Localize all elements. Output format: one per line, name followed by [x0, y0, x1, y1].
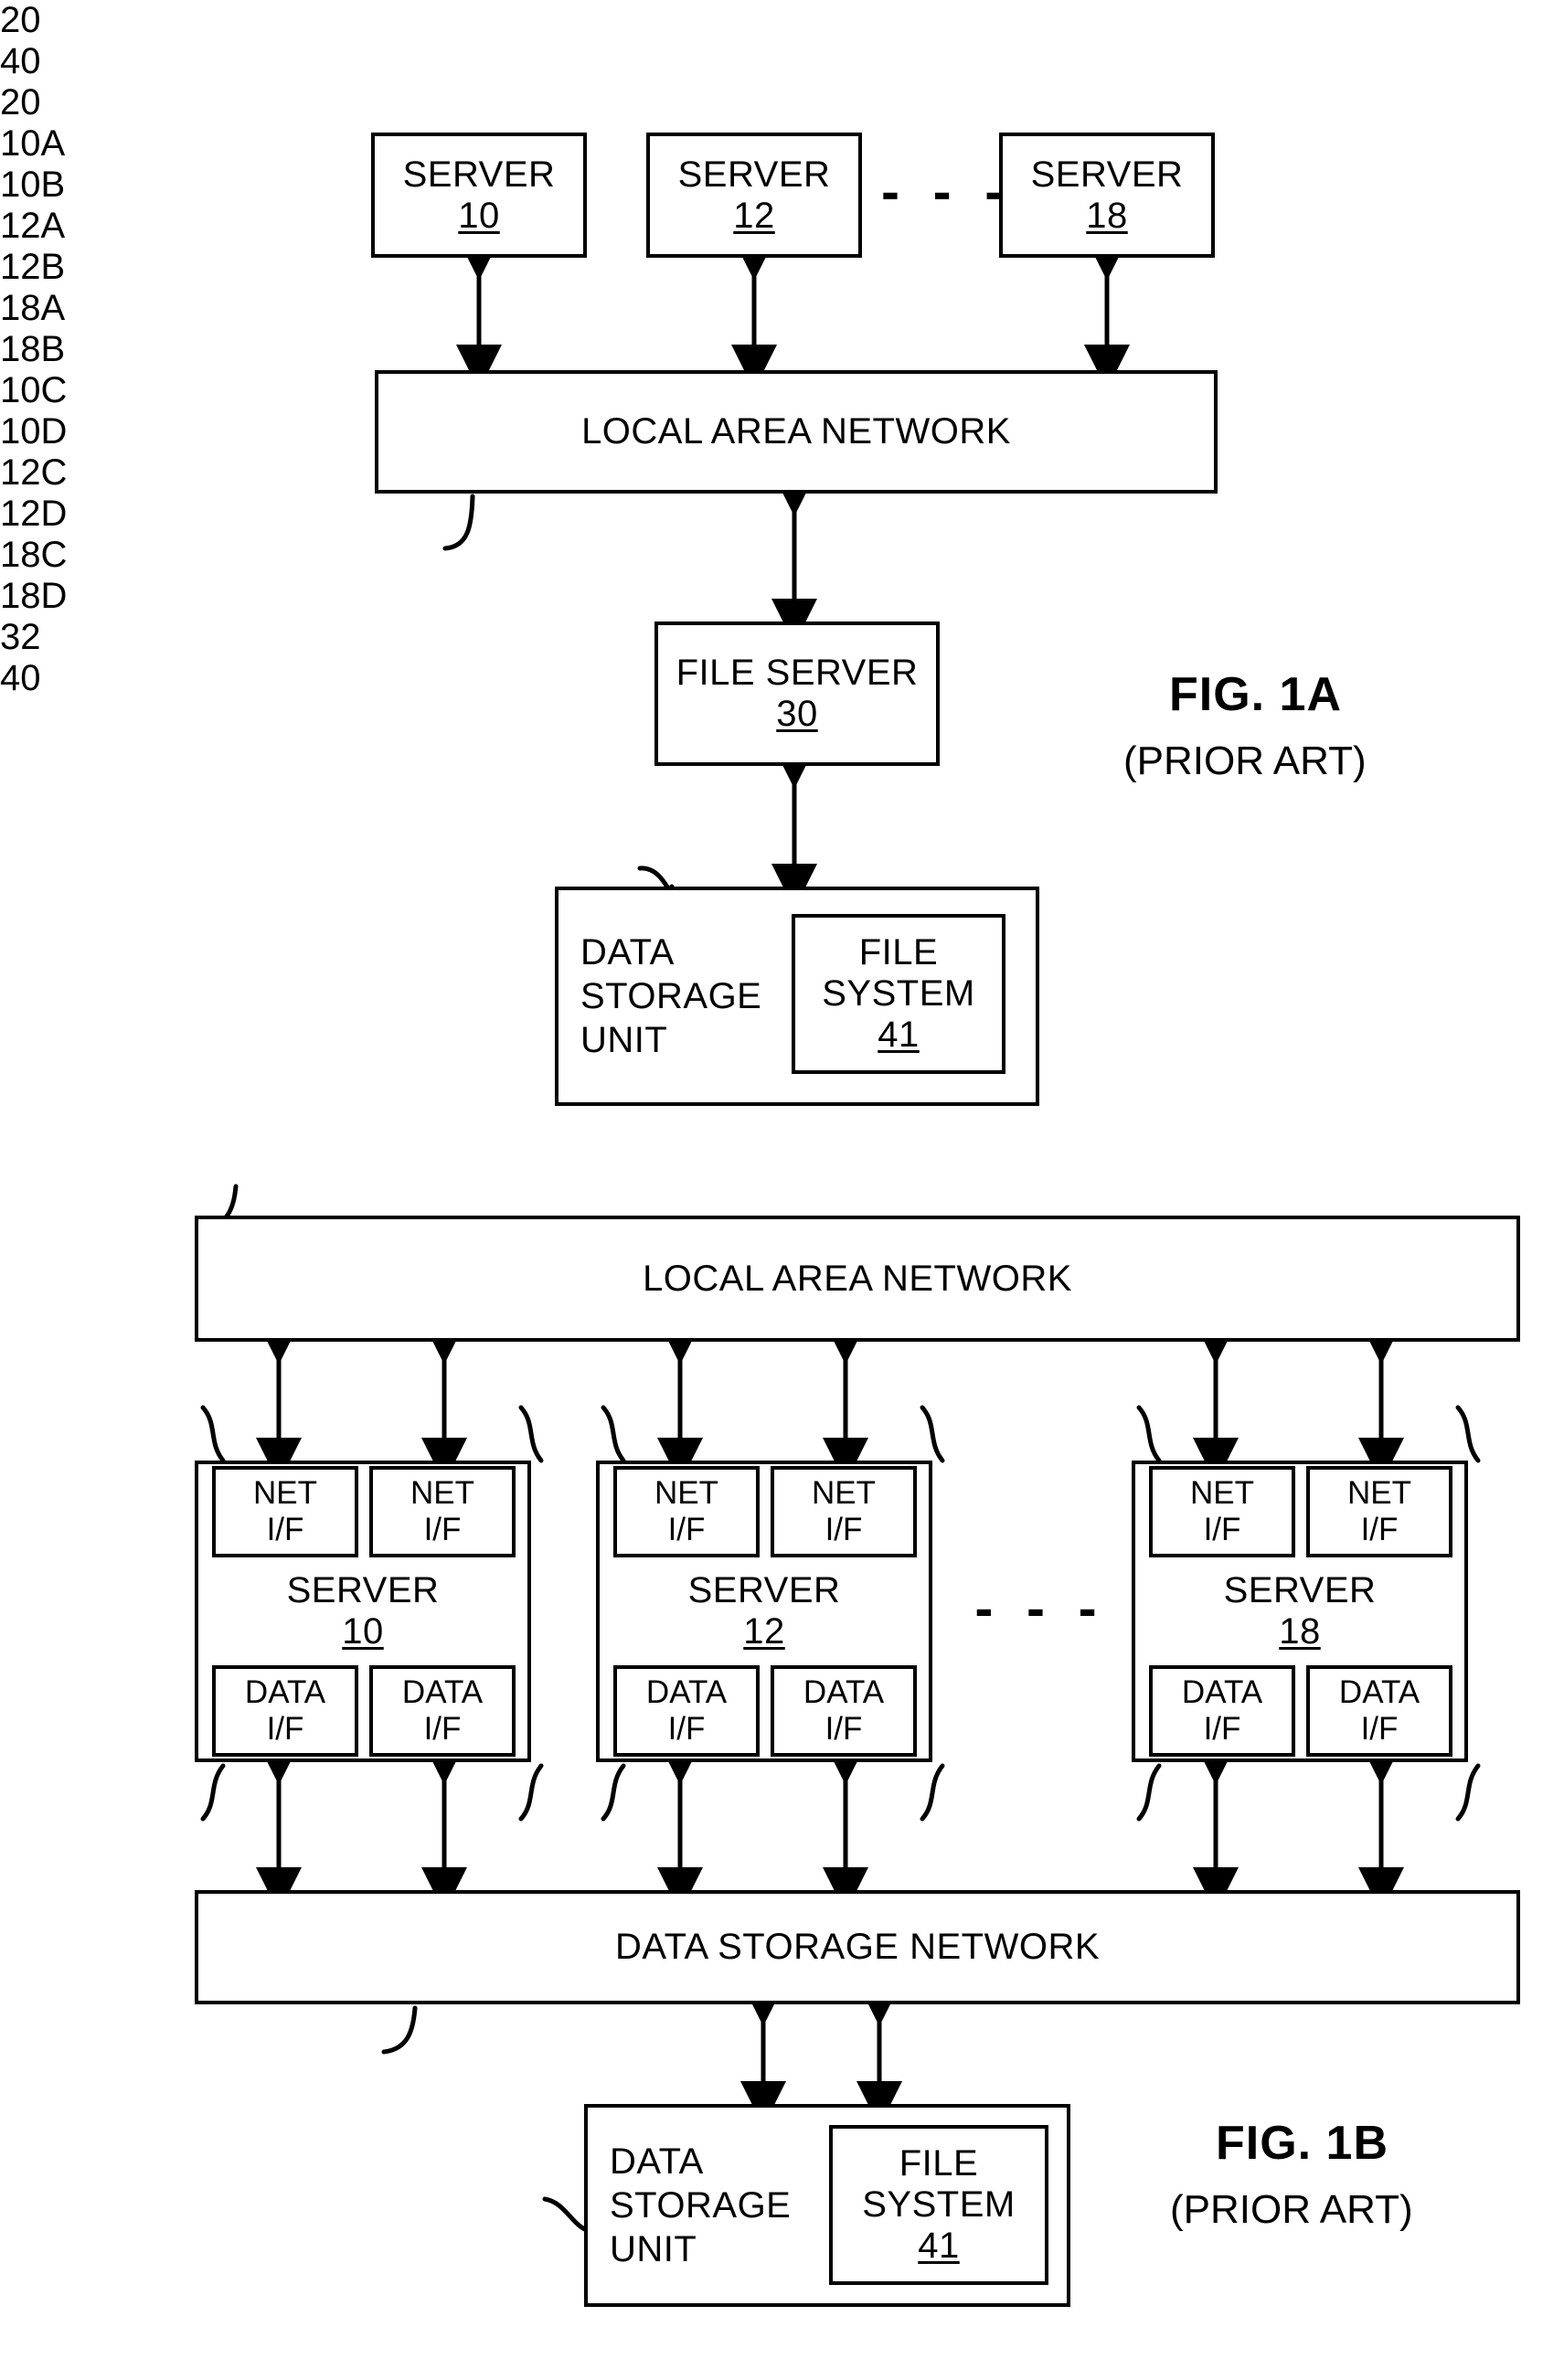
- lead-10a: [200, 1405, 226, 1463]
- fig1a-file-server-ref: 30: [776, 694, 818, 734]
- data-if-line2: I/F: [1360, 1711, 1399, 1747]
- fig1b-server-10-label: SERVER: [286, 1570, 440, 1610]
- fig1a-subtitle: (PRIOR ART): [1123, 738, 1367, 783]
- net-if-line2: I/F: [667, 1512, 706, 1547]
- fig1a-server-12-label: SERVER: [677, 154, 831, 195]
- fig1b-server-18-net-if-a: NET I/F: [1149, 1466, 1295, 1557]
- fig1a-local-area-network-label: LOCAL AREA NETWORK: [581, 411, 1011, 452]
- net-if-line1: NET: [410, 1475, 474, 1511]
- data-if-line1: DATA: [1181, 1674, 1263, 1710]
- fig1b-subtitle: (PRIOR ART): [1170, 2187, 1413, 2232]
- connector-layer: [200, 235, 1481, 2235]
- net-if-line2: I/F: [1203, 1512, 1241, 1547]
- patent-figure-sheet: SERVER 10 SERVER 12 - - - SERVER 18 LOCA…: [0, 0, 1564, 2380]
- fig1a-file-system-box: FILE SYSTEM 41: [792, 914, 1005, 1074]
- fig1b-server-18-net-if-b: NET I/F: [1306, 1466, 1452, 1557]
- fig1b-data-storage-network-label: DATA STORAGE NETWORK: [614, 1927, 1101, 1967]
- net-if-line2: I/F: [1360, 1512, 1399, 1547]
- fig1a-server-10-label: SERVER: [402, 154, 556, 195]
- fig1a-server-10-box: SERVER 10: [371, 133, 587, 258]
- lead-12c: [601, 1763, 626, 1822]
- data-if-line1: DATA: [1338, 1674, 1420, 1710]
- net-if-line1: NET: [1347, 1475, 1411, 1511]
- lead-18b: [1455, 1405, 1481, 1463]
- data-if-line2: I/F: [423, 1711, 462, 1747]
- fig1b-ellipsis: - - -: [974, 1578, 1106, 1639]
- fig1a-file-system-line1: FILE: [858, 932, 939, 972]
- fig1a-file-system-line2: SYSTEM: [822, 973, 975, 1014]
- fig1b-server-10-data-if-d: DATA I/F: [369, 1665, 516, 1757]
- fig1a-ellipsis: - - -: [881, 161, 1013, 222]
- fig1b-server-10-net-if-a: NET I/F: [212, 1466, 358, 1557]
- fig1a-dsu-line2: STORAGE: [580, 976, 762, 1016]
- lead-18c: [1136, 1763, 1162, 1822]
- fig1a-file-server-box: FILE SERVER 30: [654, 622, 940, 766]
- net-if-line2: I/F: [825, 1512, 863, 1547]
- fig1b-data-storage-network-box: DATA STORAGE NETWORK: [195, 1890, 1520, 2004]
- fig1a-local-area-network-box: LOCAL AREA NETWORK: [375, 370, 1218, 494]
- lead-10b: [518, 1405, 544, 1463]
- data-if-line2: I/F: [667, 1711, 706, 1747]
- fig1b-title: FIG. 1B: [1216, 2117, 1389, 2170]
- fig1a-file-system-ref: 41: [878, 1015, 920, 1055]
- fig1b-dsu-line1: DATA: [610, 2141, 704, 2182]
- net-if-line2: I/F: [266, 1512, 304, 1547]
- data-if-line2: I/F: [825, 1711, 863, 1747]
- fig1b-server-12-net-if-b: NET I/F: [771, 1466, 917, 1557]
- data-if-line1: DATA: [645, 1674, 728, 1710]
- fig1a-server-18-ref: 18: [1086, 195, 1128, 236]
- fig1b-server-18-label: SERVER: [1223, 1570, 1377, 1610]
- lead-12b: [920, 1405, 945, 1463]
- fig1b-server-18-ref: 18: [1279, 1611, 1321, 1652]
- fig1b-local-area-network-box: LOCAL AREA NETWORK: [195, 1216, 1520, 1342]
- fig1a-server-10-ref: 10: [458, 195, 500, 236]
- net-if-line1: NET: [654, 1475, 718, 1511]
- fig1b-server-10-data-if-c: DATA I/F: [212, 1665, 358, 1757]
- fig1b-dsu-line3: UNIT: [610, 2229, 697, 2269]
- net-if-line1: NET: [1190, 1475, 1254, 1511]
- fig1b-server-12-data-if-c: DATA I/F: [613, 1665, 760, 1757]
- fig1a-server-18-label: SERVER: [1030, 154, 1184, 195]
- fig1b-server-12-ref: 12: [743, 1611, 785, 1652]
- lead-18a: [1136, 1405, 1162, 1463]
- data-if-line1: DATA: [803, 1674, 885, 1710]
- fig1a-data-storage-unit-label: DATA STORAGE UNIT: [580, 930, 761, 1062]
- fig1b-local-area-network-label: LOCAL AREA NETWORK: [643, 1258, 1072, 1299]
- fig1b-server-12-label: SERVER: [687, 1570, 841, 1610]
- lead-10c: [200, 1763, 226, 1822]
- fig1a-server-12-ref: 12: [733, 195, 775, 236]
- net-if-line2: I/F: [423, 1512, 462, 1547]
- data-if-line1: DATA: [244, 1674, 326, 1710]
- fig1a-server-18-box: SERVER 18: [999, 133, 1215, 258]
- fig1b-server-12-net-if-a: NET I/F: [613, 1466, 760, 1557]
- fig1b-file-system-line1: FILE: [899, 2143, 979, 2183]
- net-if-line1: NET: [253, 1475, 317, 1511]
- fig1a-title: FIG. 1A: [1169, 668, 1343, 721]
- fig1b-data-storage-unit-label: DATA STORAGE UNIT: [610, 2140, 791, 2271]
- net-if-line1: NET: [812, 1475, 876, 1511]
- fig1b-file-system-box: FILE SYSTEM 41: [829, 2125, 1048, 2285]
- lead-fig1b-dsn-32: [381, 2005, 418, 2055]
- fig1a-file-server-label: FILE SERVER: [676, 653, 919, 693]
- fig1b-server-18-data-if-c: DATA I/F: [1149, 1665, 1295, 1757]
- fig1b-file-system-ref: 41: [918, 2226, 960, 2266]
- fig1b-dsu-line2: STORAGE: [610, 2185, 792, 2226]
- lead-12a: [601, 1405, 626, 1463]
- lead-10d: [518, 1763, 544, 1822]
- data-if-line1: DATA: [401, 1674, 484, 1710]
- fig1b-server-10-net-if-b: NET I/F: [369, 1466, 516, 1557]
- fig1b-server-18-data-if-d: DATA I/F: [1306, 1665, 1452, 1757]
- fig1a-dsu-line3: UNIT: [580, 1020, 668, 1060]
- lead-12d: [920, 1763, 945, 1822]
- lead-fig1a-lan-20: [442, 494, 475, 551]
- fig1b-file-system-line2: SYSTEM: [862, 2184, 1016, 2225]
- fig1b-server-12-data-if-d: DATA I/F: [771, 1665, 917, 1757]
- data-if-line2: I/F: [1203, 1711, 1241, 1747]
- fig1b-server-10-ref: 10: [342, 1611, 384, 1652]
- lead-18d: [1455, 1763, 1481, 1822]
- fig1a-server-12-box: SERVER 12: [646, 133, 862, 258]
- fig1a-dsu-line1: DATA: [580, 932, 675, 972]
- data-if-line2: I/F: [266, 1711, 304, 1747]
